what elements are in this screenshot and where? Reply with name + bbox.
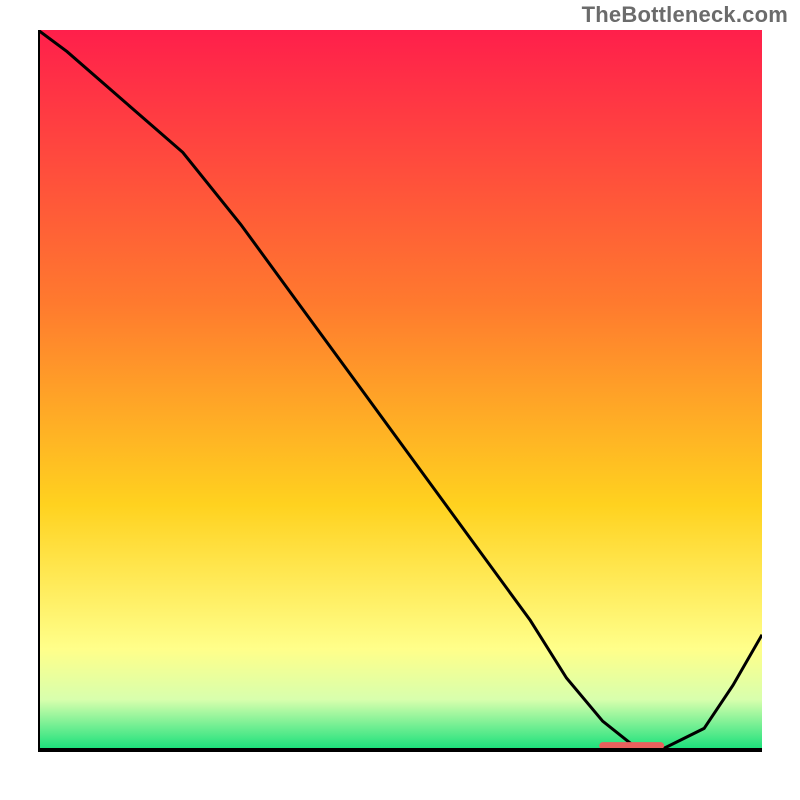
watermark-text: TheBottleneck.com	[582, 2, 788, 28]
gradient-background	[38, 30, 762, 750]
plot-area	[38, 30, 762, 762]
plot-svg	[38, 30, 762, 762]
chart-stage: TheBottleneck.com	[0, 0, 800, 800]
